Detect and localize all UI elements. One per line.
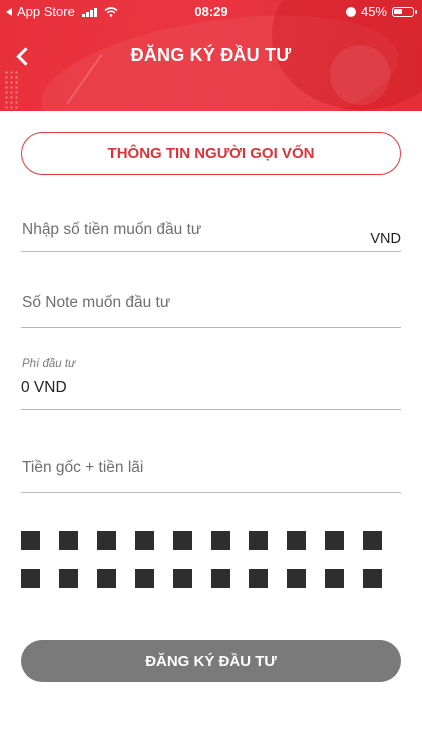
register-investment-button[interactable]: ĐĂNG KÝ ĐẦU TƯ xyxy=(21,640,401,682)
investment-fee-value: 0 VND xyxy=(21,379,67,396)
status-bar: App Store 08:29 45% xyxy=(0,0,422,22)
redacted-block xyxy=(173,569,192,588)
redacted-block xyxy=(97,569,116,588)
redacted-row xyxy=(21,569,391,588)
redacted-block xyxy=(21,569,40,588)
note-count-placeholder: Số Note muốn đầu tư xyxy=(22,294,171,311)
principal-interest-field: Tiền gốc + tiền lãi xyxy=(21,447,401,493)
redacted-block xyxy=(59,531,78,550)
redacted-block xyxy=(363,531,382,550)
redacted-row xyxy=(21,531,391,550)
redacted-block xyxy=(249,569,268,588)
redacted-block xyxy=(325,569,344,588)
principal-interest-placeholder: Tiền gốc + tiền lãi xyxy=(22,459,144,476)
investment-fee-label: Phí đầu tư xyxy=(22,358,76,370)
redacted-block xyxy=(287,531,306,550)
page-title: ĐĂNG KÝ ĐẦU TƯ xyxy=(130,45,292,65)
form-sheet: THÔNG TIN NGƯỜI GỌI VỐN Nhập số tiền muố… xyxy=(0,111,422,750)
currency-unit-label: VND xyxy=(370,231,401,247)
status-right: 45% xyxy=(345,4,417,19)
redacted-block xyxy=(287,569,306,588)
redacted-block xyxy=(211,531,230,550)
redacted-block xyxy=(325,531,344,550)
investment-amount-placeholder: Nhập số tiền muốn đầu tư xyxy=(22,221,202,238)
redacted-block xyxy=(211,569,230,588)
redacted-blocks xyxy=(21,531,391,607)
header-dots-decoration xyxy=(4,70,18,110)
redacted-block xyxy=(135,531,154,550)
alarm-icon xyxy=(345,6,356,17)
redacted-block xyxy=(173,531,192,550)
investment-amount-field[interactable]: Nhập số tiền muốn đầu tư VND xyxy=(21,207,401,252)
battery-icon xyxy=(392,6,417,17)
investment-fee-field: Phí đầu tư 0 VND xyxy=(21,350,401,410)
redacted-block xyxy=(249,531,268,550)
note-count-field[interactable]: Số Note muốn đầu tư xyxy=(21,283,401,328)
lender-info-button[interactable]: THÔNG TIN NGƯỜI GỌI VỐN xyxy=(21,132,401,175)
redacted-block xyxy=(21,531,40,550)
redacted-block xyxy=(97,531,116,550)
battery-percent: 45% xyxy=(360,4,387,19)
redacted-block xyxy=(363,569,382,588)
redacted-block xyxy=(135,569,154,588)
battery-fill xyxy=(394,8,402,14)
redacted-block xyxy=(59,569,78,588)
